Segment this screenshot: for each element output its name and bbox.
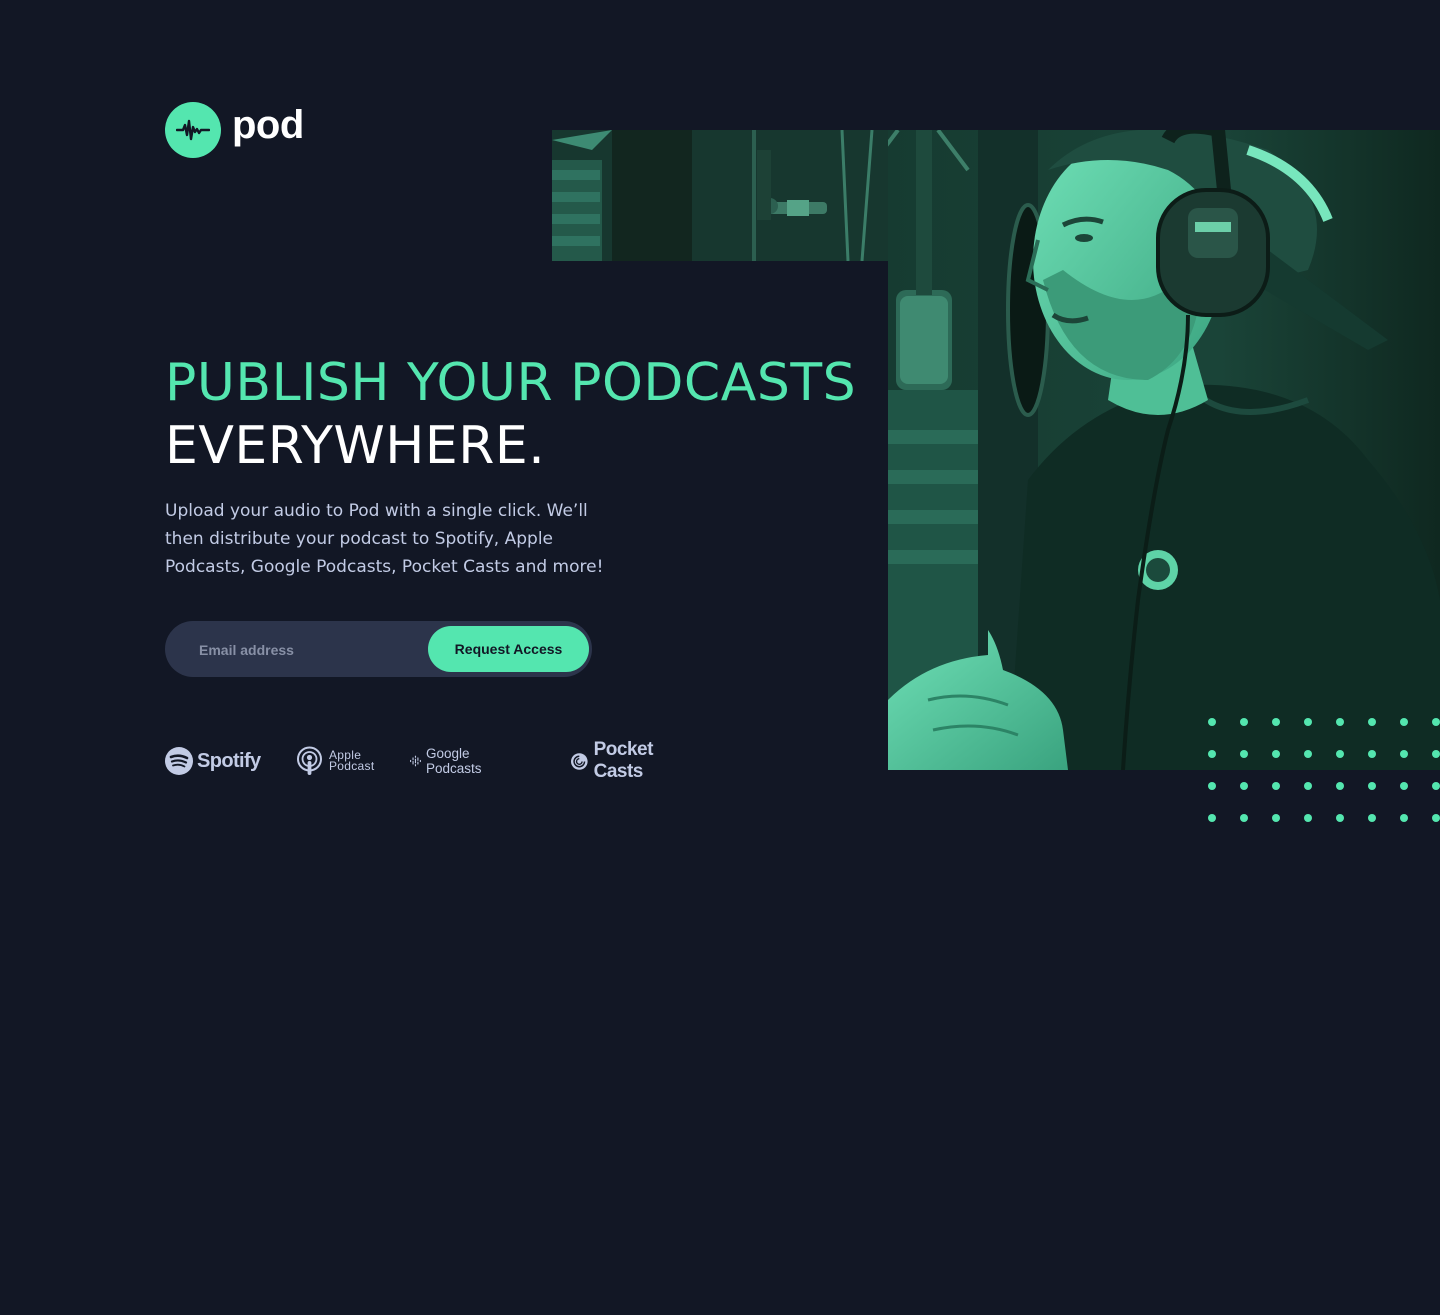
hero-photo-top-strip [552,130,888,261]
logo[interactable]: pod [165,102,304,158]
pocket-casts-logo: Pocket Casts [571,739,663,782]
hero-headline: PUBLISH YOUR PODCASTS EVERYWHERE. [165,352,856,478]
spotify-label: Spotify [197,749,261,772]
hero-photo [888,130,1440,770]
landing-page: pod PUBLISH YOUR PODCASTS EVERYWHERE. Up… [0,0,1440,1315]
headline-line-accent: PUBLISH YOUR PODCASTS [165,353,857,413]
apple-podcast-label: Apple Podcast [329,749,375,773]
request-access-form: Request Access [165,621,592,679]
logo-text: pod [232,103,304,147]
headline-line-white: EVERYWHERE. [165,416,546,476]
google-podcasts-logo: Google Podcasts [410,742,489,780]
pocket-casts-label: Pocket Casts [593,739,654,782]
google-podcasts-icon [410,755,421,767]
waveform-icon [165,102,221,158]
email-input[interactable] [197,621,421,679]
spotify-logo: Spotify [165,742,261,780]
apple-podcast-icon [297,746,322,775]
decorative-dot-pattern [1207,717,1440,827]
apple-podcast-logo: Apple Podcast [296,742,374,780]
google-podcasts-label: Google Podcasts [425,746,482,776]
pocket-casts-icon [571,752,588,770]
request-access-button[interactable]: Request Access [428,626,589,672]
spotify-icon [165,747,193,775]
hero-description: Upload your audio to Pod with a single c… [165,501,604,577]
apple-podcast-label-line2: Podcast [329,759,375,773]
